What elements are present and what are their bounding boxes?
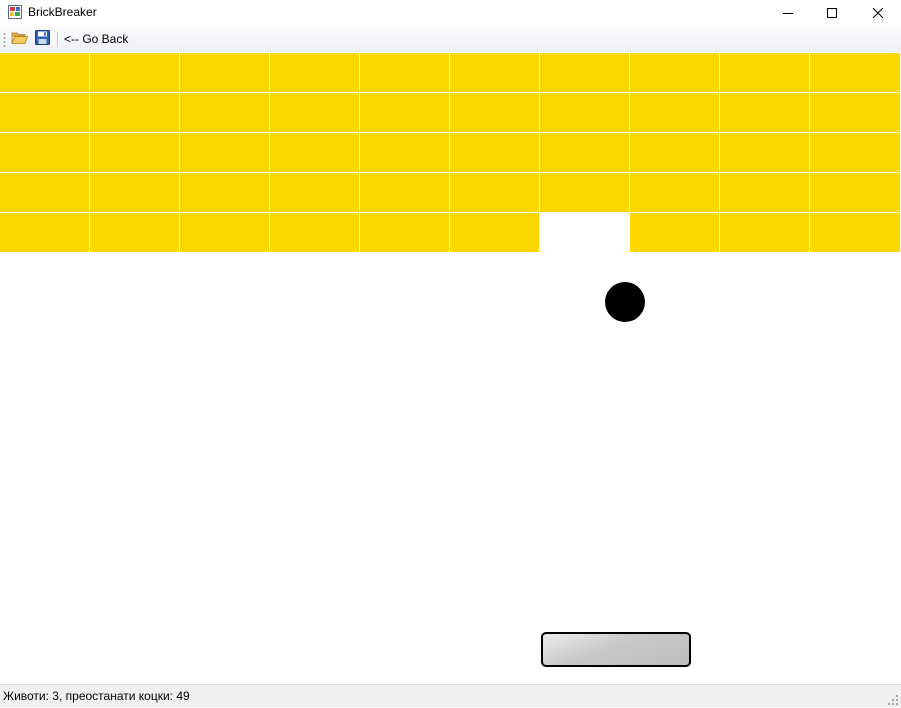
brick: [720, 213, 809, 252]
toolbar-separator: [57, 32, 59, 47]
paddle[interactable]: [541, 632, 691, 667]
brick: [810, 213, 900, 252]
brick: [810, 93, 900, 132]
brick: [0, 133, 89, 172]
brick: [360, 173, 449, 212]
brick: [0, 173, 89, 212]
brick: [540, 133, 629, 172]
brick: [630, 53, 719, 92]
close-icon: [872, 7, 884, 21]
maximize-icon: [827, 7, 837, 21]
brick: [270, 133, 359, 172]
minimize-icon: [783, 7, 793, 21]
brick: [720, 173, 809, 212]
brick: [450, 53, 539, 92]
brick: [360, 53, 449, 92]
ball: [605, 282, 645, 322]
go-back-button[interactable]: <-- Go Back: [64, 32, 128, 46]
brick: [720, 53, 809, 92]
save-button[interactable]: [32, 30, 52, 48]
folder-open-icon: [10, 30, 28, 48]
brick: [90, 93, 179, 132]
brick: [540, 173, 629, 212]
brick: [0, 213, 89, 252]
brick: [180, 213, 269, 252]
brick: [540, 93, 629, 132]
brick: [720, 133, 809, 172]
game-area[interactable]: [0, 52, 901, 684]
window-title: BrickBreaker: [28, 5, 97, 19]
brick: [450, 213, 539, 252]
brick: [270, 93, 359, 132]
brick: [810, 53, 900, 92]
brick: [720, 93, 809, 132]
brick: [450, 133, 539, 172]
brick: [630, 93, 719, 132]
brick: [270, 53, 359, 92]
brick: [180, 133, 269, 172]
resize-grip-icon[interactable]: [888, 694, 898, 705]
brick: [450, 93, 539, 132]
save-icon: [34, 30, 50, 48]
minimize-button[interactable]: [765, 0, 811, 27]
status-text: Животи: 3, преостанати коцки: 49: [3, 689, 190, 703]
brick: [810, 133, 900, 172]
brick: [0, 53, 89, 92]
brick: [90, 53, 179, 92]
close-button[interactable]: [855, 0, 901, 27]
brick: [630, 213, 719, 252]
brick: [180, 173, 269, 212]
brick: [90, 213, 179, 252]
maximize-button[interactable]: [809, 0, 855, 27]
brick: [180, 93, 269, 132]
brick: [630, 173, 719, 212]
brick: [360, 133, 449, 172]
app-icon: [8, 5, 22, 19]
brick: [630, 133, 719, 172]
open-button[interactable]: [9, 30, 29, 48]
toolbar: <-- Go Back: [0, 27, 901, 53]
brick: [90, 133, 179, 172]
brick: [180, 53, 269, 92]
brick: [360, 213, 449, 252]
brick: [810, 173, 900, 212]
brick: [90, 173, 179, 212]
brick: [270, 173, 359, 212]
brick: [270, 213, 359, 252]
title-bar: BrickBreaker: [0, 0, 901, 27]
toolbar-grip[interactable]: [3, 32, 6, 47]
brick: [360, 93, 449, 132]
status-bar: Животи: 3, преостанати коцки: 49: [0, 684, 901, 707]
brick: [540, 53, 629, 92]
brick: [0, 93, 89, 132]
brick: [450, 173, 539, 212]
